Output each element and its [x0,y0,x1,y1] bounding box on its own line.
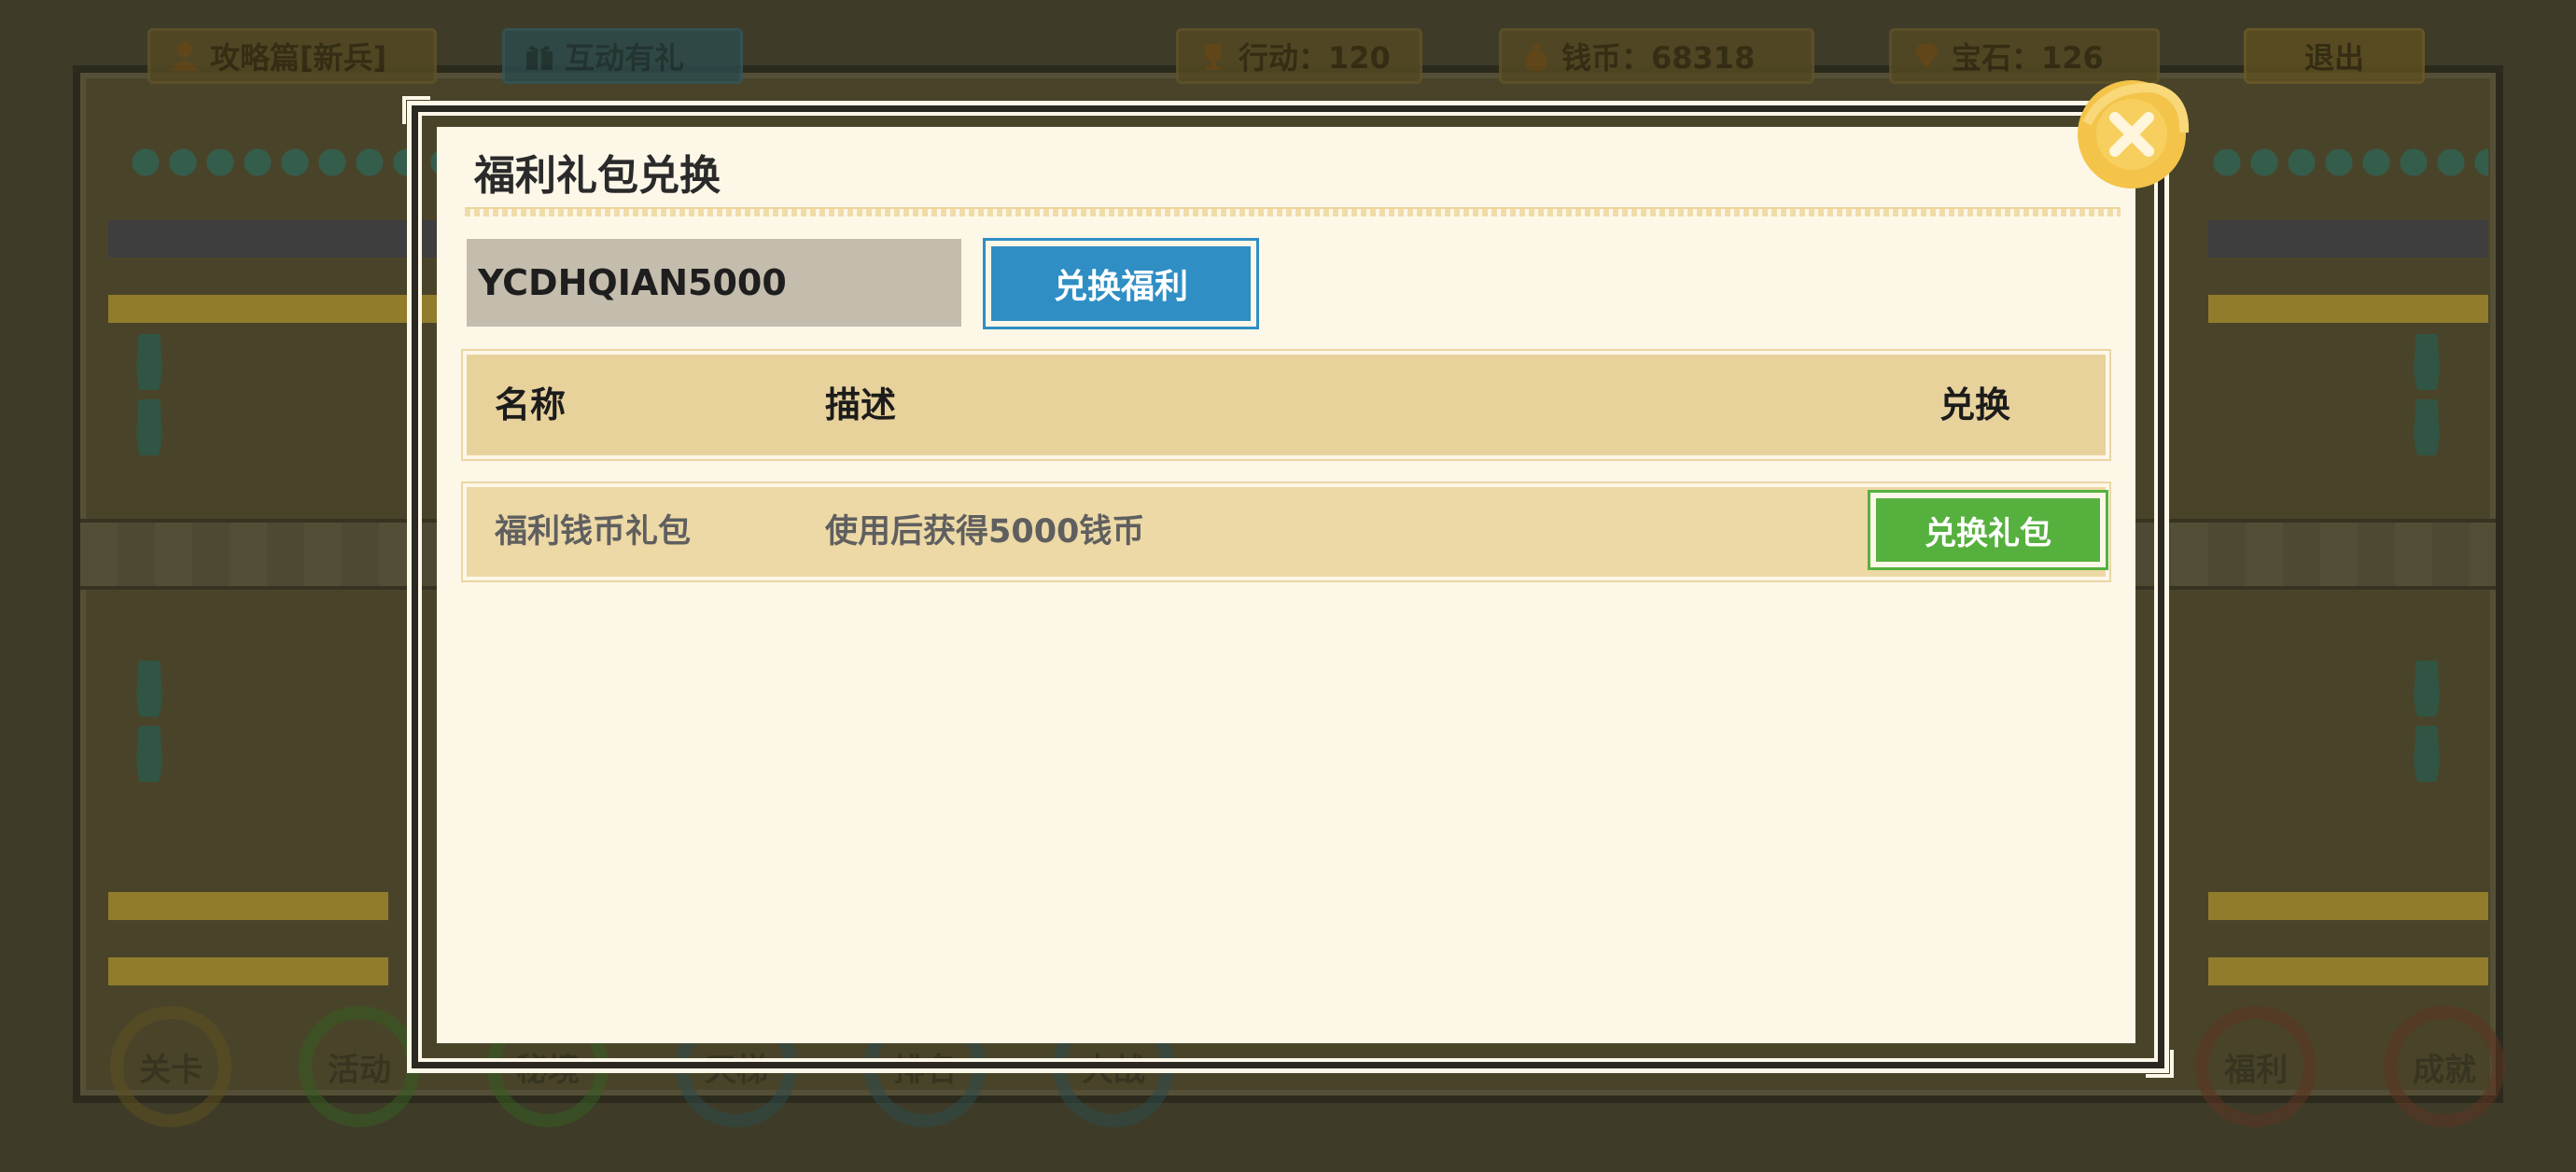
column-header-action: 兑换 [1939,384,2011,426]
column-header-name: 名称 [495,384,567,426]
redeem-button[interactable]: 兑换福利 [986,241,1256,327]
table-row: 福利钱币礼包 使用后获得5000钱币 兑换礼包 [467,487,2106,577]
gift-description: 使用后获得5000钱币 [825,513,1145,551]
claim-gift-button[interactable]: 兑换礼包 [1870,493,2106,567]
title-divider [465,207,2121,216]
dialog-title: 福利礼包兑换 [474,152,721,200]
gift-redeem-dialog: 福利礼包兑换 兑换福利 名称 描述 兑换 福利钱币礼包 使用后获得5000钱币 … [437,127,2135,1043]
gift-name: 福利钱币礼包 [495,513,692,551]
table-header: 名称 描述 兑换 [467,355,2106,455]
close-icon [2078,80,2190,188]
redeem-code-input[interactable] [467,239,961,327]
close-button[interactable] [2068,67,2199,198]
column-header-description: 描述 [825,384,897,426]
